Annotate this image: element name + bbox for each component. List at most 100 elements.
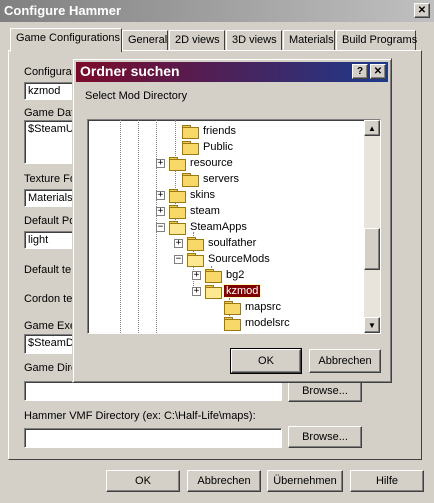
tree-item-label: modelsrc <box>245 317 290 329</box>
default-texture-label: Default te <box>24 264 72 276</box>
tree-item-label: servers <box>203 173 240 185</box>
tab-label: Materials <box>289 34 334 46</box>
default-point-label: Default Po <box>24 215 76 227</box>
tree-item-kzmod[interactable]: + kzmod <box>192 283 262 299</box>
scroll-up-button[interactable]: ▲ <box>364 120 380 136</box>
tree-item-skins[interactable]: + skins <box>156 187 217 203</box>
hammer-vmf-field[interactable] <box>24 428 282 448</box>
tree-item-label: Public <box>203 141 233 153</box>
tab-3d-views[interactable]: 3D views <box>226 30 282 50</box>
expand-icon[interactable]: + <box>174 238 183 248</box>
collapse-icon[interactable]: − <box>156 222 165 232</box>
button-label: OK <box>258 355 274 367</box>
tree-item-label: skins <box>190 189 216 201</box>
game-dir-label: Game Dire <box>24 362 78 374</box>
tree-item-label: friends <box>203 125 237 137</box>
button-label: OK <box>135 475 151 487</box>
folder-icon <box>205 269 222 283</box>
tree-item-label: resource <box>190 157 233 169</box>
help-icon: ? <box>356 66 364 77</box>
folder-icon <box>169 205 186 219</box>
dialog-titlebar: Ordner suchen ? ✕ <box>76 62 388 82</box>
folder-icon <box>169 157 186 171</box>
dialog-close-button[interactable]: ✕ <box>370 64 386 79</box>
arrow-up-icon: ▲ <box>368 123 376 133</box>
button-label: Übernehmen <box>273 475 337 487</box>
cordon-texture-label: Cordon te <box>24 293 73 305</box>
folder-icon <box>224 301 241 315</box>
tab-game-configurations[interactable]: Game Configurations <box>10 28 122 52</box>
close-icon: ✕ <box>373 66 383 77</box>
tree-item-label: steam <box>190 205 220 217</box>
game-exe-label: Game Exe <box>24 320 76 332</box>
tree-item-modelsrc[interactable]: modelsrc <box>224 315 292 331</box>
tree-item-steam[interactable]: + steam <box>156 203 222 219</box>
scroll-thumb[interactable] <box>364 228 380 270</box>
folder-open-icon <box>187 253 204 267</box>
tree-item-mapsrc[interactable]: mapsrc <box>224 299 283 315</box>
folder-icon <box>187 237 204 251</box>
tree-item-bg2[interactable]: + bg2 <box>192 267 246 283</box>
tree-item-servers[interactable]: servers <box>182 171 241 187</box>
tree-item-public[interactable]: Public <box>182 139 235 155</box>
help-button[interactable]: Hilfe <box>350 470 424 492</box>
tab-label: General <box>128 34 168 46</box>
tree-item-sourcemods[interactable]: − SourceMods <box>174 251 272 267</box>
scroll-down-button[interactable]: ▼ <box>364 317 380 333</box>
button-label: Hilfe <box>375 475 398 487</box>
dialog-help-button[interactable]: ? <box>352 64 368 79</box>
tree-item-friends[interactable]: friends <box>182 123 238 139</box>
tree-guide-line <box>120 120 121 333</box>
expand-icon[interactable]: + <box>192 286 201 296</box>
dialog-cancel-button[interactable]: Abbrechen <box>309 349 381 373</box>
tab-label: Build Programs <box>342 34 418 46</box>
folder-tree[interactable]: friends Public + resource servers + skins + stea… <box>87 119 381 334</box>
tree-item-soulfather[interactable]: + soulfather <box>174 235 258 251</box>
button-label: Abbrechen <box>197 475 251 487</box>
cancel-button[interactable]: Abbrechen <box>187 470 261 492</box>
folder-icon <box>182 173 199 187</box>
tab-label: 2D views <box>175 34 220 46</box>
texture-format-label: Texture Fo <box>24 173 76 185</box>
tab-2d-views[interactable]: 2D views <box>169 30 225 50</box>
dialog-ok-button[interactable]: OK <box>230 348 302 374</box>
tree-item-label: kzmod <box>222 284 262 298</box>
tab-general[interactable]: General <box>122 30 168 50</box>
ok-button[interactable]: OK <box>106 470 180 492</box>
main-titlebar: Configure Hammer <box>0 0 434 22</box>
expand-icon[interactable]: + <box>192 270 201 280</box>
tree-item-label: mapsrc <box>245 301 282 313</box>
close-icon: ✕ <box>417 5 427 16</box>
folder-icon <box>182 141 199 155</box>
configurations-label: Configurat <box>24 66 75 78</box>
tab-materials[interactable]: Materials <box>283 30 335 50</box>
tree-guide-line <box>138 120 139 333</box>
tree-item-resource[interactable]: + resource <box>156 155 235 171</box>
tab-label: 3D views <box>232 34 277 46</box>
hammer-vmf-browse-button[interactable]: Browse... <box>288 426 362 448</box>
dialog-prompt: Select Mod Directory <box>85 90 188 102</box>
collapse-icon[interactable]: − <box>174 254 183 264</box>
expand-icon[interactable]: + <box>156 206 165 216</box>
tab-build-programs[interactable]: Build Programs <box>336 30 418 50</box>
tree-item-steamapps[interactable]: − SteamApps <box>156 219 249 235</box>
folder-open-icon <box>169 221 186 235</box>
tree-item-label: SourceMods <box>208 253 270 265</box>
tab-label: Game Configurations <box>16 32 120 44</box>
folder-icon <box>224 317 241 331</box>
expand-icon[interactable]: + <box>156 190 165 200</box>
folder-open-icon <box>205 285 222 299</box>
dialog-title: Ordner suchen <box>80 63 180 79</box>
button-label: Browse... <box>302 431 348 443</box>
game-dir-browse-button[interactable]: Browse... <box>288 380 362 402</box>
expand-icon[interactable]: + <box>156 158 165 168</box>
game-data-label: Game Dat <box>24 107 75 119</box>
tree-item-label: soulfather <box>208 237 257 249</box>
apply-button[interactable]: Übernehmen <box>267 470 343 492</box>
tree-scrollbar[interactable]: ▲ ▼ <box>364 120 380 333</box>
game-dir-field[interactable] <box>24 381 282 401</box>
tree-item-label: bg2 <box>226 269 245 281</box>
main-close-button[interactable]: ✕ <box>414 3 430 18</box>
button-label: Browse... <box>302 385 348 397</box>
folder-browse-dialog: Ordner suchen ? ✕ Select Mod Directory f… <box>72 58 392 383</box>
